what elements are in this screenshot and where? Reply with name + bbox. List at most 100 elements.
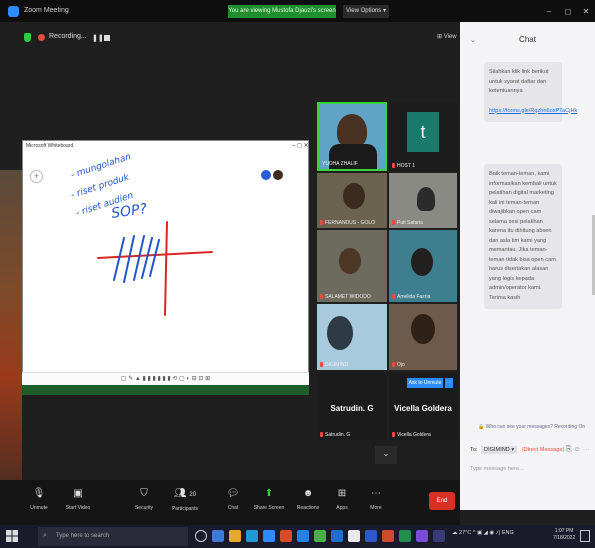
participant-display-name: Satrudin. G	[330, 404, 374, 413]
direct-message-label: (Direct Message)	[521, 447, 565, 453]
unmute-button[interactable]: 🎙︎ Unmute	[17, 488, 61, 511]
powerpoint-icon[interactable]	[382, 530, 394, 542]
windows-start-icon[interactable]	[6, 530, 18, 542]
video-camera-icon: ▣	[73, 488, 83, 499]
tile-name: Puti Safaria	[392, 220, 423, 226]
taskbar-app-icon[interactable]	[433, 530, 445, 542]
participant-video	[411, 314, 435, 344]
chat-message-link[interactable]: https://forms.gle/Rqzhn6oxPTaCjHk	[489, 108, 577, 114]
taskbar-app-icon[interactable]	[416, 530, 428, 542]
more-icon: ⋯	[371, 488, 381, 499]
more-button[interactable]: ⋯ More	[354, 488, 398, 511]
tile-name: SALAMET WIDODO	[320, 294, 371, 300]
chat-title: Chat	[519, 35, 536, 44]
muted-icon	[392, 362, 395, 368]
ink-diagram	[97, 221, 213, 316]
file-explorer-icon[interactable]	[229, 530, 241, 542]
muted-icon	[392, 294, 395, 300]
chat-message: Silahkan klik link berikut untuk syarat …	[484, 62, 577, 122]
whiteboard-tools: ▢ ✎ ▲ ▮ ▮ ▮ ▮ ▮ ▮ ⟲ ▢ ◐ ⊟ ⊡ ⊞	[120, 376, 211, 382]
participant-video	[417, 187, 435, 211]
shield-icon: ⛉	[140, 488, 148, 499]
taskbar-app-icon[interactable]	[348, 530, 360, 542]
video-tile-5[interactable]: SALAMET WIDODO	[317, 230, 387, 302]
chat-input[interactable]: Type message here...	[470, 466, 524, 472]
share-screen-button[interactable]: ⬆ Share Screen	[247, 488, 291, 511]
participant-video	[327, 316, 353, 350]
video-tile-8[interactable]: Ojo	[389, 304, 457, 370]
taskbar-search-input[interactable]: Type here to search	[38, 527, 188, 546]
tile-name: Ojo	[392, 362, 405, 368]
chat-message-text: Baik teman-teman, kami informasikan kemb…	[489, 171, 557, 301]
excel-icon[interactable]	[399, 530, 411, 542]
chat-message-text: Silahkan klik link berikut untuk syarat …	[489, 69, 549, 94]
recording-icon	[38, 34, 45, 41]
video-tile-3[interactable]: FERNANDUS - GOLO	[317, 173, 387, 228]
tile-name: Amelida Fazria	[392, 294, 430, 300]
participant-display-name: Vicella Goldera	[394, 404, 452, 413]
zoom-taskbar-icon[interactable]	[263, 530, 275, 542]
video-tile-1[interactable]: YUDHA ZHALIF	[317, 102, 387, 171]
edge-icon[interactable]	[246, 530, 258, 542]
tile-name: DIGIMIND	[320, 362, 348, 368]
minimize-icon[interactable]: –	[541, 5, 557, 18]
taskbar-app-icon[interactable]	[297, 530, 309, 542]
chat-message: Baik teman-teman, kami informasikan kemb…	[484, 164, 562, 309]
more-options-icon[interactable]: ⋯	[445, 378, 453, 388]
shared-background-photo	[0, 170, 22, 515]
video-tile-9[interactable]: Satrudin. G Satrudin. G	[317, 372, 387, 440]
taskbar-app-icon[interactable]	[212, 530, 224, 542]
gallery-scroll-down-button[interactable]: ⌄	[375, 446, 397, 464]
maximize-icon[interactable]: ◻	[560, 5, 576, 18]
recording-label: Recording...	[49, 33, 87, 40]
end-meeting-button[interactable]: End	[429, 492, 455, 510]
microphone-icon: 🎙︎	[32, 488, 46, 499]
recipient-dropdown[interactable]: DIGIMIND ▾	[481, 446, 518, 454]
zoom-logo-icon	[8, 6, 19, 17]
cortana-icon[interactable]	[195, 530, 207, 542]
video-tile-7[interactable]: DIGIMIND	[317, 304, 387, 370]
clock-date: 7/18/2022	[553, 535, 576, 541]
shield-icon[interactable]	[24, 33, 31, 42]
video-tile-4[interactable]: Puti Safaria	[389, 173, 457, 228]
shared-screen-taskbar	[22, 385, 309, 395]
taskbar-app-icon[interactable]	[280, 530, 292, 542]
tile-name: YUDHA ZHALIF	[322, 161, 358, 167]
file-icon[interactable]: ⎘ ☺ ⋯	[566, 446, 590, 454]
participant-video	[339, 248, 361, 274]
taskbar-app-icon[interactable]	[314, 530, 326, 542]
view-button[interactable]: ⊞ View	[437, 33, 457, 40]
start-video-button[interactable]: ▣ Start Video	[56, 488, 100, 511]
ink-notes: - mungolahan - riset produk - riset audi…	[70, 152, 149, 222]
notification-icon[interactable]	[580, 530, 590, 542]
muted-icon	[320, 432, 323, 438]
muted-icon	[392, 220, 395, 226]
participant-video	[411, 248, 433, 276]
video-tile-10[interactable]: Ask to Unmute ⋯ Vicella Goldera Vicella …	[389, 372, 457, 440]
whiteboard-title: Microsoft Whiteboard	[26, 143, 74, 149]
video-tile-6[interactable]: Amelida Fazria	[389, 230, 457, 302]
pause-recording-icon[interactable]: ❚❚	[92, 34, 104, 42]
word-icon[interactable]	[365, 530, 377, 542]
security-button[interactable]: ⛉ Security	[122, 488, 166, 511]
stop-recording-icon[interactable]	[104, 35, 110, 41]
tile-name: Satrudin. G	[320, 432, 350, 438]
chat-visibility-notice[interactable]: 🔒 Who can see your messages? Recording O…	[478, 424, 585, 430]
muted-icon	[392, 432, 395, 438]
view-options-button[interactable]: View Options ▾	[343, 5, 389, 18]
system-tray[interactable]: ☁ 27°C ^ ▣ ◢ ◉ ♪) ENG	[452, 530, 514, 536]
app-title: Zoom Meeting	[24, 7, 69, 14]
participants-button[interactable]: 👥︎ 20 Participants	[163, 488, 207, 512]
taskbar-app-icon[interactable]	[331, 530, 343, 542]
close-icon[interactable]: ✕	[578, 5, 594, 18]
chat-recipient-row: To: DIGIMIND ▾ (Direct Message)	[470, 446, 565, 454]
taskbar-clock[interactable]: 1:07 PM 7/18/2022	[553, 528, 575, 542]
muted-icon	[320, 220, 323, 226]
ask-to-unmute-button[interactable]: Ask to Unmute	[407, 378, 443, 388]
to-label: To:	[470, 447, 478, 453]
tile-name: HOST 1	[392, 163, 415, 169]
video-tile-2[interactable]: t HOST 1	[389, 102, 457, 171]
avatar: t	[407, 112, 439, 152]
participants-icon: 👥︎ 20	[173, 488, 197, 499]
participant-video	[343, 183, 365, 209]
